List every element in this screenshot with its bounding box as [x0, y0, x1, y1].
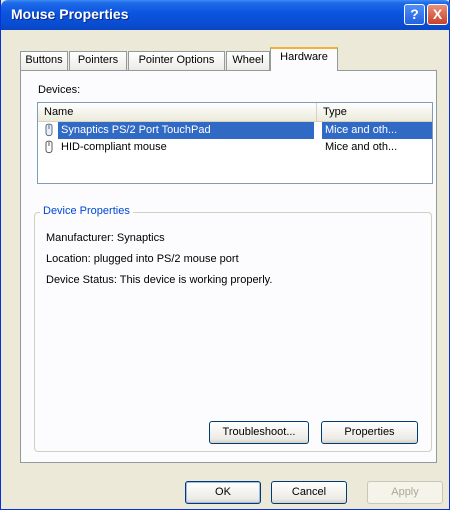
mouse-icon: [45, 140, 53, 154]
device-type: Mice and oth...: [322, 122, 432, 139]
apply-button[interactable]: Apply: [367, 481, 443, 504]
tab-pointers[interactable]: Pointers: [69, 51, 127, 70]
mouse-properties-window: Mouse Properties ? X Buttons Pointers Po…: [0, 0, 450, 510]
title-bar[interactable]: Mouse Properties ? X: [1, 0, 450, 30]
troubleshoot-button[interactable]: Troubleshoot...: [209, 421, 309, 444]
devices-list[interactable]: Name Type Synaptics PS/2 Port TouchPad M…: [37, 102, 433, 184]
mouse-icon: [45, 123, 53, 137]
tab-hardware[interactable]: Hardware: [270, 47, 338, 71]
devices-list-header: Name Type: [38, 103, 432, 122]
location-text: Location: plugged into PS/2 mouse port: [46, 253, 239, 265]
device-properties-group: [34, 212, 432, 452]
device-name: Synaptics PS/2 Port TouchPad: [58, 122, 314, 139]
tab-pointer-options[interactable]: Pointer Options: [128, 51, 225, 70]
column-header-type[interactable]: Type: [317, 103, 432, 121]
device-row[interactable]: HID-compliant mouse Mice and oth...: [38, 139, 432, 156]
tab-wheel[interactable]: Wheel: [226, 51, 270, 70]
device-row[interactable]: Synaptics PS/2 Port TouchPad Mice and ot…: [38, 122, 432, 139]
device-type: Mice and oth...: [325, 141, 398, 153]
close-button[interactable]: X: [427, 4, 448, 25]
device-name: HID-compliant mouse: [61, 141, 167, 153]
column-header-name[interactable]: Name: [38, 103, 317, 121]
device-properties-title: Device Properties: [40, 205, 133, 217]
tab-buttons[interactable]: Buttons: [20, 51, 68, 70]
help-button[interactable]: ?: [404, 4, 425, 25]
properties-button[interactable]: Properties: [321, 421, 418, 444]
ok-button[interactable]: OK: [185, 481, 261, 504]
manufacturer-text: Manufacturer: Synaptics: [46, 232, 165, 244]
device-status-text: Device Status: This device is working pr…: [46, 274, 273, 286]
window-title: Mouse Properties: [11, 6, 129, 22]
cancel-button[interactable]: Cancel: [271, 481, 347, 504]
devices-label: Devices:: [38, 84, 81, 96]
